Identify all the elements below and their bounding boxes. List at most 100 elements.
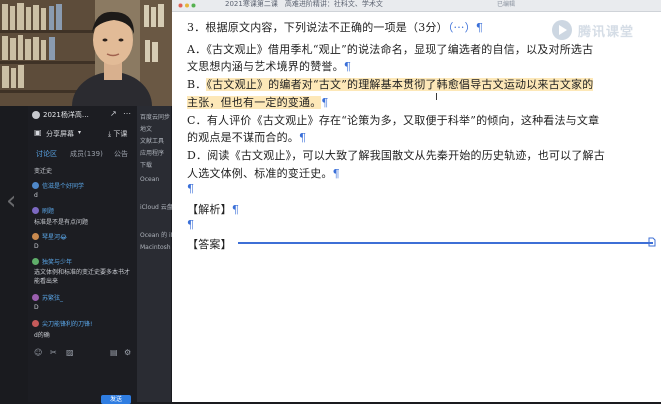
window-title: 2021寒课第二课 高难进阶精讲：社科文、学术文 [225,0,383,8]
share-link-icon[interactable]: ↗ [110,109,117,118]
option-text: 《古文观止》借用季札“观止”的说法命名，显现了编选者的自信，以及对所选古 [206,43,594,56]
document-page[interactable]: 腾讯课堂 3．根据原文内容，下列说法不正确的一项是（3分）（···）¶ A．《古… [172,12,661,402]
gift-icon[interactable]: ▤ [110,348,118,357]
teacher-webcam [0,0,172,106]
input-toolbar: ☺ ✂ ▨ ▤ ⚙ [28,348,137,360]
option-text-highlighted: 《古文观止》的编者对“古文”的理解基本贯彻了韩愈倡导古文运动以来古文家的 [206,78,594,91]
webcam-image [0,0,172,106]
sidebar-item[interactable]: 应用程序 [140,148,164,157]
message-text: d [34,192,38,199]
question-stem: 3．根据原文内容，下列说法不正确的一项是（3分）（···）¶ [187,19,483,35]
tab-discussion[interactable]: 讨论区 [36,149,57,159]
tab-members[interactable]: 成员(139) [70,149,103,159]
option-text: 人选文体例、标准的变迁史。 [187,167,333,180]
title-bar: 2021寒课第二课 高难进阶精讲：社科文、学术文 已编辑 [170,0,661,12]
avatar [32,207,39,214]
option-text: 有人评价《古文观止》存在“论策为多，又取便于科举”的倾向，这种看法与文章 [206,114,600,127]
message-author: 信滋是个好同学 [42,183,85,190]
option-a-line-1: A．《古文观止》借用季札“观止”的说法命名，显现了编选者的自信，以及对所选古 [187,41,593,57]
download-label: 下课 [113,130,128,138]
option-d-line-2: 人选文体例、标准的变迁史。¶ [187,165,340,181]
play-logo-icon [552,20,572,40]
edit-status: 已编辑 [497,1,516,8]
option-b-line-1: B．《古文观止》的编者对“古文”的理解基本贯彻了韩愈倡导古文运动以来古文家的 [187,76,594,92]
option-label: C． [187,114,207,127]
sidebar-item[interactable]: iCloud 云盘 [140,202,173,211]
sidebar-item[interactable]: 文献工具 [140,136,164,145]
question-text: 根据原文内容，下列说法不正确的一项是（3分） [205,21,448,34]
room-title: 2021杨洋高… [43,111,89,119]
list-item: 独笑与少年 选文体例和标准的变迁史要多本书才能看出来 [28,257,137,291]
text-cursor-icon: I [435,92,438,103]
option-text-highlighted: 主张，但也有一定的变通。 [187,96,322,109]
pilcrow: ¶ [332,167,340,180]
room-header: 2021杨洋高… ↗ ⋯ [28,109,137,124]
gear-icon[interactable]: ⚙ [124,348,131,357]
pilcrow: ¶ [321,96,329,109]
sidebar-item[interactable]: 地文 [140,124,152,133]
pilcrow: ¶ [343,60,352,73]
list-item: 琴星河😂 D [28,232,137,254]
pilcrow: ¶ [231,203,240,216]
answer-heading: 【答案】 [187,236,232,252]
pilcrow: ¶ [299,131,307,144]
message-text: D [34,304,39,311]
chat-tabs: 讨论区 成员(139) 公告 [28,149,137,161]
option-c-line-1: C．有人评价《古文观止》存在“论策为多，又取便于科举”的倾向，这种看法与文章 [187,112,599,128]
message-author: 尖刀能锋利的刀锋! [42,321,93,328]
brand-logo: 腾讯课堂 [550,18,660,42]
emoji-icon[interactable]: ☺ [34,348,42,357]
sidebar-item[interactable]: 百度云同步 [140,112,170,121]
screen-share-icon[interactable]: ▣ [34,128,42,137]
pilcrow: ¶ [475,21,484,34]
share-toolbar: ▣ 分享屏幕 ▾ ⤓ 下课 [28,128,137,142]
avatar [32,294,39,301]
question-mark: （···） [447,21,476,34]
pilcrow: ¶ [187,218,195,231]
option-text: 的观点是不谋而合的。 [187,131,299,144]
option-label: A． [187,43,207,56]
image-icon[interactable]: ▨ [66,348,74,357]
answer-label: 【答案】 [187,238,232,251]
brand-name: 腾讯课堂 [578,25,635,40]
list-item: 刷题 标准是不是有点问题 [28,206,137,228]
sidebar-item[interactable]: Ocean [140,176,159,183]
message-text: 选文体例和标准的变迁史要多本书才能看出来 [34,269,131,285]
list-item: 信滋是个好同学 d [28,181,137,203]
scissors-icon[interactable]: ✂ [50,348,57,357]
avatar [32,233,39,240]
chevron-down-icon[interactable]: ▾ [78,129,81,136]
send-button[interactable]: 发送 [101,395,131,404]
share-screen-button[interactable]: 分享屏幕 [46,129,74,139]
finder-sidebar: 百度云同步 地文 文献工具 应用程序 下载 Ocean iCloud 云盘 Oc… [137,106,183,402]
analysis-heading: 【解析】¶ [187,201,239,217]
answer-divider [238,242,653,244]
option-text: 文思想内涵与艺术境界的赞誉。 [187,60,344,73]
message-author: 琴星河😂 [42,234,68,241]
sidebar-item[interactable]: Macintosh [140,244,171,251]
avatar [32,182,39,189]
message-author: 刷题 [42,208,55,215]
option-a-line-2: 文思想内涵与艺术境界的赞誉。¶ [187,58,351,74]
message-text: 标准是不是有点问题 [34,219,89,226]
analysis-label: 【解析】 [187,203,232,216]
room-avatar [32,111,40,119]
message-author: 独笑与少年 [42,259,73,266]
more-icon[interactable]: ⋯ [123,109,131,118]
next-arrow-icon[interactable]: › [643,186,653,216]
message-text: D [34,243,39,250]
window-controls-icon[interactable] [178,3,200,8]
option-label: D． [187,149,208,162]
chat-panel: 2021杨洋高… ↗ ⋯ ▣ 分享屏幕 ▾ ⤓ 下课 讨论区 成员(139) 公… [28,106,137,404]
download-button[interactable]: ⤓ 下课 [108,129,127,139]
document-icon[interactable] [648,237,656,247]
list-item: 苏繁弦_ D [28,293,137,315]
message-text: d的确 [34,332,50,339]
prev-arrow-icon[interactable]: ‹ [6,186,16,216]
sidebar-item[interactable]: 下载 [140,160,152,169]
option-label: B． [187,78,207,91]
tab-notice[interactable]: 公告 [114,149,128,159]
message-author: 苏繁弦_ [42,295,64,302]
list-item: 尖刀能锋利的刀锋! d的确 [28,319,137,341]
pilcrow: ¶ [187,182,195,195]
